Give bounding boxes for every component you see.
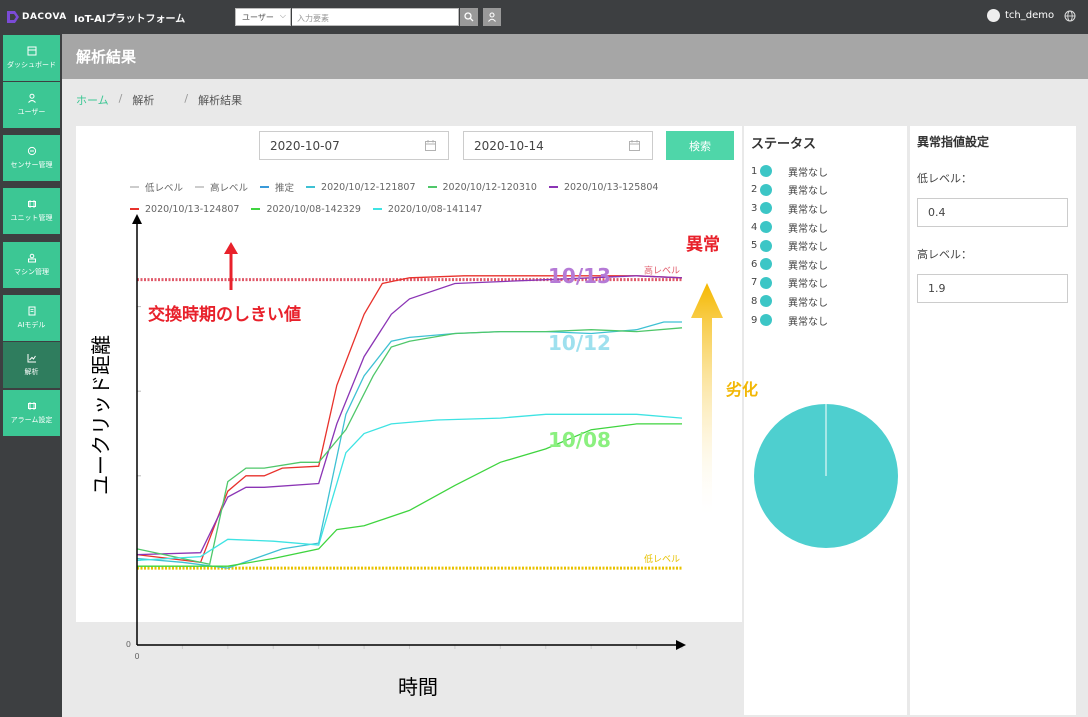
x-axis-arrow bbox=[676, 640, 686, 650]
list-item: 5 異常なし bbox=[751, 236, 828, 255]
low-level-input[interactable]: 0.4 bbox=[917, 198, 1068, 227]
y-axis-arrow bbox=[132, 214, 142, 224]
low-level-label: 低レベル： bbox=[917, 172, 972, 185]
y-origin-label: 0 bbox=[126, 640, 131, 649]
status-dot-icon bbox=[760, 202, 772, 215]
status-number: 8 bbox=[751, 295, 758, 307]
high-level-input[interactable]: 1.9 bbox=[917, 274, 1068, 303]
threshold-arrow-head bbox=[224, 242, 238, 254]
x-origin-label: 0 bbox=[134, 652, 139, 661]
status-text: 異常なし bbox=[788, 204, 828, 216]
list-item: 3 異常なし bbox=[751, 199, 828, 218]
status-dot-icon bbox=[760, 314, 772, 327]
list-item: 1 異常なし bbox=[751, 162, 828, 181]
status-title: ステータス bbox=[751, 137, 817, 152]
status-number: 7 bbox=[751, 277, 758, 289]
status-number: 9 bbox=[751, 314, 758, 326]
status-text: 異常なし bbox=[788, 223, 828, 235]
status-dot-icon bbox=[760, 295, 772, 308]
status-dot-icon bbox=[760, 276, 772, 289]
status-text: 異常なし bbox=[788, 297, 828, 309]
status-text: 異常なし bbox=[788, 316, 828, 328]
threshold-label: 高レベル bbox=[644, 265, 680, 277]
status-dot-icon bbox=[760, 165, 772, 178]
status-number: 6 bbox=[751, 258, 758, 270]
status-text: 異常なし bbox=[788, 260, 828, 272]
x-axis-label: 時間 bbox=[398, 675, 438, 699]
status-number: 4 bbox=[751, 221, 758, 233]
status-text: 異常なし bbox=[788, 279, 828, 291]
status-text: 異常なし bbox=[788, 167, 828, 179]
analysis-line-chart: 低レベル 高レベル 00 時間 ユークリッド距離 bbox=[89, 214, 898, 699]
y-axis-label: ユークリッド距離 bbox=[89, 335, 113, 495]
status-dot-icon bbox=[760, 183, 772, 196]
list-item: 7 異常なし bbox=[751, 274, 828, 293]
status-text: 異常なし bbox=[788, 186, 828, 198]
threshold-annotation: 交換時期のしきい値 bbox=[148, 305, 301, 325]
list-item: 8 異常なし bbox=[751, 292, 828, 311]
list-item: 9 異常なし bbox=[751, 311, 828, 330]
status-text: 異常なし bbox=[788, 242, 828, 254]
list-item: 2 異常なし bbox=[751, 181, 828, 200]
high-level-label: 高レベル： bbox=[917, 248, 972, 261]
deterioration-arrow bbox=[691, 283, 723, 515]
status-list: 1 異常なし 2 異常なし 3 異常なし 4 異常なし 5 異常なし 6 異常なし 7 異常な… bbox=[751, 162, 828, 329]
status-number: 3 bbox=[751, 202, 758, 214]
list-item: 4 異常なし bbox=[751, 218, 828, 237]
deterioration-annotation: 劣化 bbox=[726, 380, 759, 399]
status-number: 5 bbox=[751, 240, 758, 252]
anomaly-annotation: 異常 bbox=[686, 235, 720, 255]
list-item: 6 異常なし bbox=[751, 255, 828, 274]
status-dot-icon bbox=[760, 221, 772, 234]
status-number: 2 bbox=[751, 184, 758, 196]
status-dot-icon bbox=[760, 239, 772, 252]
status-number: 1 bbox=[751, 165, 758, 177]
threshold-label: 低レベル bbox=[644, 553, 680, 565]
threshold-settings-title: 異常指値設定 bbox=[917, 135, 990, 149]
series-label-10-13: 10/13 bbox=[548, 264, 611, 288]
series-label-10-12: 10/12 bbox=[548, 331, 611, 355]
series-label-10-08: 10/08 bbox=[548, 428, 611, 452]
status-dot-icon bbox=[760, 258, 772, 271]
